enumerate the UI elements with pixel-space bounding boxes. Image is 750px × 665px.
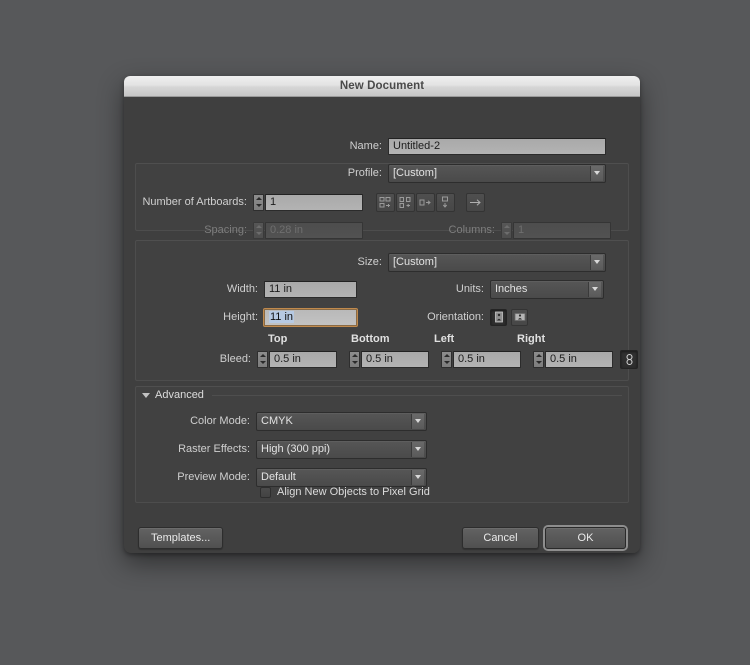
name-row: Name: Untitled-2 [124, 133, 640, 159]
height-label: Height: [223, 311, 258, 323]
advanced-divider [211, 394, 622, 396]
dialog-title: New Document [339, 80, 425, 92]
portrait-orientation-icon[interactable] [490, 308, 507, 326]
bleed-bottom-stepper[interactable] [349, 350, 360, 368]
spacing-label: Spacing: [204, 224, 247, 236]
bleed-left-input[interactable]: 0.5 in [453, 350, 521, 368]
bleed-header-top: Top [268, 333, 288, 345]
new-document-dialog: New Document Name: Untitled-2 Profile: [… [124, 76, 640, 553]
align-pixel-grid-checkbox[interactable] [260, 486, 271, 498]
bleed-right-value: 0.5 in [550, 353, 577, 365]
chevron-down-icon [590, 165, 603, 181]
columns-input: 1 [513, 221, 611, 239]
height-orientation-row: Height: 11 in Orientation: [124, 304, 640, 330]
size-select-value: [Custom] [393, 256, 438, 268]
color-mode-select[interactable]: CMYK [256, 411, 427, 431]
orientation-label: Orientation: [427, 311, 484, 323]
profile-select[interactable]: [Custom] [388, 163, 606, 183]
profile-select-value: [Custom] [393, 167, 438, 179]
units-select-value: Inches [495, 283, 528, 295]
bleed-label: Bleed: [219, 353, 251, 365]
raster-effects-select[interactable]: High (300 ppi) [256, 439, 427, 459]
grid-by-column-icon[interactable] [396, 192, 415, 212]
dialog-titlebar[interactable]: New Document [124, 76, 640, 97]
chevron-down-icon [590, 254, 603, 270]
units-select[interactable]: Inches [490, 279, 604, 299]
chevron-down-icon [411, 441, 424, 457]
color-mode-label: Color Mode: [190, 415, 250, 427]
size-select[interactable]: [Custom] [388, 252, 606, 272]
width-input-value: 11 in [269, 283, 293, 295]
profile-row: Profile: [Custom] [124, 160, 640, 186]
name-input[interactable]: Untitled-2 [388, 137, 606, 155]
spacing-input-value: 0.28 in [270, 224, 304, 236]
columns-stepper [501, 221, 512, 239]
bleed-header-bottom: Bottom [351, 333, 390, 345]
spacing-input: 0.28 in [265, 221, 363, 239]
bleed-header-right: Right [517, 333, 546, 345]
units-label: Units: [455, 283, 484, 295]
chain-link-icon[interactable] [620, 349, 638, 369]
width-label: Width: [226, 283, 258, 295]
bleed-header-left: Left [434, 333, 455, 345]
arrange-by-row-icon[interactable] [416, 192, 435, 212]
name-input-value: Untitled-2 [393, 140, 441, 152]
artboards-input-value: 1 [270, 196, 277, 208]
artboards-label: Number of Artboards: [142, 196, 247, 208]
ok-button-label: OK [577, 532, 594, 544]
size-label: Size: [357, 256, 382, 268]
grid-by-row-icon[interactable] [376, 192, 395, 212]
chevron-down-icon [142, 392, 150, 398]
height-input-value: 11 in [269, 311, 295, 323]
height-input[interactable]: 11 in [263, 307, 358, 327]
cancel-button[interactable]: Cancel [462, 527, 539, 549]
arrange-by-column-icon[interactable] [436, 192, 455, 212]
raster-effects-value: High (300 ppi) [261, 443, 331, 455]
name-label: Name: [349, 140, 382, 152]
bleed-bottom-input[interactable]: 0.5 in [361, 350, 429, 368]
cancel-button-label: Cancel [483, 532, 518, 544]
preview-mode-label: Preview Mode: [177, 471, 250, 483]
raster-effects-row: Raster Effects: High (300 ppi) [124, 436, 640, 462]
landscape-orientation-icon[interactable] [511, 308, 528, 326]
bleed-headers-row: Top Bottom Left Right [124, 333, 640, 345]
size-row: Size: [Custom] [124, 249, 640, 275]
bleed-top-stepper[interactable] [257, 350, 268, 368]
width-units-row: Width: 11 in Units: Inches [124, 276, 640, 302]
bleed-bottom-value: 0.5 in [366, 353, 393, 365]
profile-label: Profile: [347, 167, 382, 179]
align-pixel-grid-label: Align New Objects to Pixel Grid [277, 486, 430, 498]
color-mode-value: CMYK [261, 415, 293, 427]
bleed-top-input[interactable]: 0.5 in [269, 350, 337, 368]
templates-button-label: Templates... [151, 532, 211, 544]
spacing-stepper [253, 221, 264, 239]
color-mode-row: Color Mode: CMYK [124, 408, 640, 434]
orientation-group [490, 308, 529, 326]
columns-input-value: 1 [518, 224, 525, 236]
dialog-body: Name: Untitled-2 Profile: [Custom] Numbe… [124, 97, 640, 553]
chevron-down-icon [411, 413, 424, 429]
bleed-left-value: 0.5 in [458, 353, 485, 365]
advanced-label: Advanced [155, 389, 204, 401]
artboard-arrangement-group [376, 192, 486, 212]
bleed-right-stepper[interactable] [533, 350, 544, 368]
raster-effects-label: Raster Effects: [178, 443, 250, 455]
columns-label: Columns: [448, 224, 495, 236]
artboards-input[interactable]: 1 [265, 193, 363, 211]
templates-button[interactable]: Templates... [138, 527, 224, 549]
ok-button[interactable]: OK [545, 527, 626, 549]
artboards-stepper[interactable] [253, 193, 264, 211]
spacing-columns-row: Spacing: 0.28 in Columns: 1 [124, 217, 640, 243]
artboards-row: Number of Artboards: 1 [124, 189, 640, 215]
chevron-down-icon [588, 281, 601, 297]
bleed-row: Bleed: 0.5 in 0.5 in 0.5 in 0.5 in [124, 346, 640, 372]
bleed-top-value: 0.5 in [274, 353, 301, 365]
left-to-right-icon[interactable] [466, 192, 485, 212]
bleed-right-input[interactable]: 0.5 in [545, 350, 613, 368]
advanced-disclosure[interactable]: Advanced [142, 387, 622, 403]
width-input[interactable]: 11 in [264, 280, 357, 298]
bleed-left-stepper[interactable] [441, 350, 452, 368]
align-pixel-grid-row[interactable]: Align New Objects to Pixel Grid [260, 482, 430, 502]
